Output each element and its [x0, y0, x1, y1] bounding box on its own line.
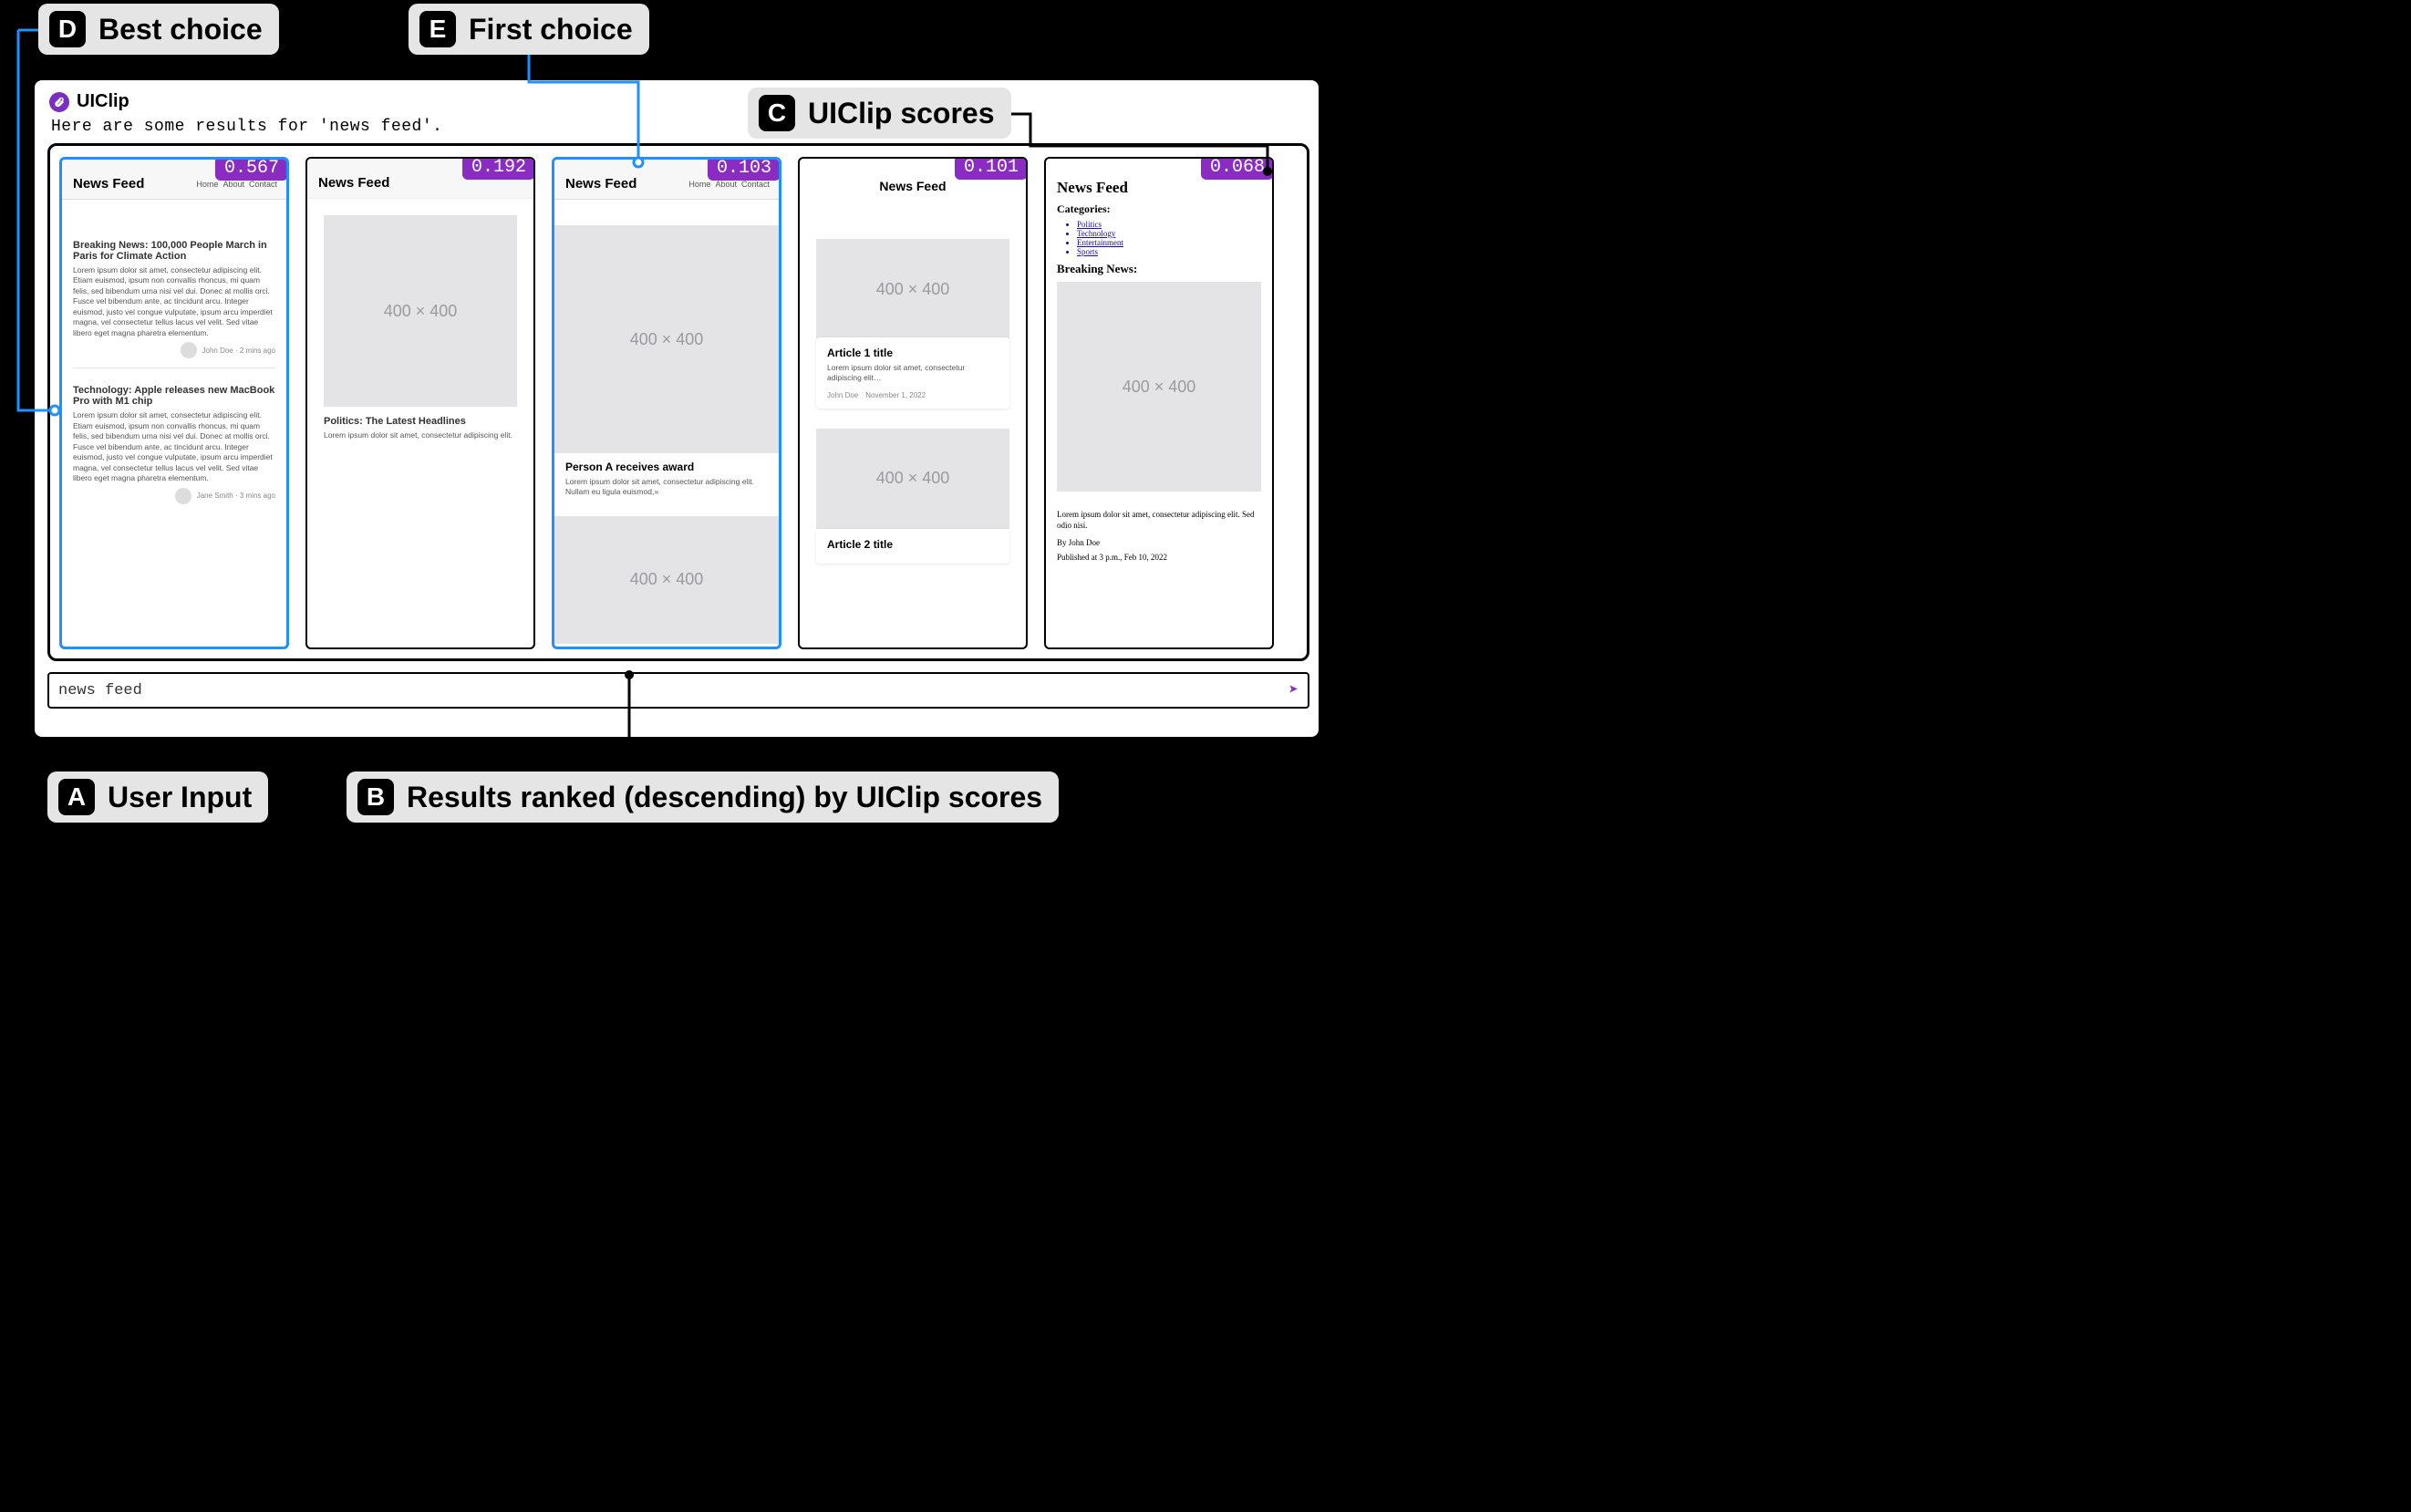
category-link[interactable]: Technology [1077, 229, 1115, 238]
callout-text: Results ranked (descending) by UIClip sc… [407, 781, 1042, 814]
feed-title: News Feed [318, 175, 389, 191]
category-link[interactable]: Sports [1077, 247, 1098, 256]
article-body: Lorem ipsum dolor sit amet, consectetur … [73, 410, 275, 483]
callout-text: UIClip scores [808, 97, 995, 130]
byline: John Doe · 2 mins ago [202, 347, 276, 355]
score-badge: 0.101 [955, 157, 1028, 180]
byline: Jane Smith · 3 mins ago [197, 492, 275, 500]
image-placeholder: 400 × 400 [324, 215, 517, 407]
score-badge: 0.068 [1201, 157, 1274, 180]
callout-letter: D [49, 11, 86, 47]
callout-text: First choice [469, 13, 633, 47]
feed-title: News Feed [1057, 179, 1261, 197]
article-body: Lorem ipsum dolor sit amet, consectetur … [1057, 510, 1261, 531]
pub-date: Published at 3 p.m., Feb 10, 2022 [1057, 553, 1261, 562]
headline: Technology: Apple releases new MacBook P… [73, 385, 275, 407]
breaking-label: Breaking News: [1057, 262, 1261, 276]
image-placeholder: 400 × 400 [554, 225, 779, 453]
result-card[interactable]: 0.192 News Feed 400 × 400 Politics: The … [305, 157, 535, 649]
mock-nav: Home About Contact [688, 180, 770, 189]
article-body: Lorem ipsum dolor sit amet, consectetur … [827, 363, 999, 384]
byline: By John Doe [1057, 538, 1261, 547]
article-body: Lorem ipsum dolor sit amet, consectetur … [73, 265, 275, 338]
callout-C: C UIClip scores [748, 88, 1011, 139]
headline: Breaking News: 100,000 People March in P… [73, 240, 275, 262]
result-card[interactable]: 0.068 News Feed Categories: Politics Tec… [1044, 157, 1274, 649]
image-placeholder: 400 × 400 [554, 516, 779, 644]
headline: Article 1 title [827, 347, 999, 359]
brand-name: UIClip [77, 91, 129, 112]
brand: UIClip [49, 91, 1309, 112]
uiclip-panel: UIClip Here are some results for 'news f… [35, 80, 1319, 737]
callout-letter: B [357, 779, 394, 815]
headline: Politics: The Latest Headlines [324, 416, 517, 427]
callout-text: User Input [108, 781, 252, 814]
callout-letter: E [419, 11, 456, 47]
score-badge: 0.567 [215, 157, 288, 181]
article-body: Lorem ipsum dolor sit amet, consectetur … [324, 430, 517, 440]
callout-B: B Results ranked (descending) by UIClip … [347, 772, 1059, 823]
image-placeholder: 400 × 400 [816, 429, 1009, 529]
input-value: news feed [58, 682, 142, 699]
score-badge: 0.103 [708, 157, 781, 181]
feed-title: News Feed [73, 176, 144, 192]
callout-A: A User Input [47, 772, 268, 823]
headline: Article 2 title [827, 538, 999, 551]
category-link[interactable]: Politics [1077, 220, 1102, 229]
result-card[interactable]: 0.567 News Feed Home About Contact Break… [59, 157, 289, 649]
paperclip-icon [49, 92, 69, 112]
callout-letter: A [58, 779, 95, 815]
result-card[interactable]: 0.103 News Feed Home About Contact 400 ×… [552, 157, 781, 649]
user-input[interactable]: news feed ➤ [47, 672, 1309, 709]
callout-E: E First choice [409, 4, 649, 55]
callout-letter: C [759, 95, 795, 131]
results-prompt: Here are some results for 'news feed'. [51, 118, 1309, 136]
image-placeholder: 400 × 400 [816, 239, 1009, 339]
headline: Person A receives award [565, 461, 768, 473]
avatar-icon [181, 342, 197, 358]
article-body: Lorem ipsum dolor sit amet, consectetur … [565, 477, 768, 498]
date: November 1, 2022 [865, 391, 926, 399]
result-card[interactable]: 0.101 News Feed 400 × 400 Article 1 titl… [798, 157, 1028, 649]
mock-nav: Home About Contact [196, 180, 277, 189]
categories-label: Categories: [1057, 202, 1261, 216]
avatar-icon [175, 488, 191, 504]
category-link[interactable]: Entertainment [1077, 238, 1123, 247]
send-icon[interactable]: ➤ [1288, 680, 1299, 700]
feed-title: News Feed [565, 176, 636, 192]
author: John Doe [827, 391, 858, 399]
results-container: 0.567 News Feed Home About Contact Break… [47, 143, 1309, 661]
callout-text: Best choice [98, 13, 263, 47]
callout-D: D Best choice [38, 4, 279, 55]
image-placeholder: 400 × 400 [1057, 282, 1261, 492]
score-badge: 0.192 [462, 157, 535, 180]
